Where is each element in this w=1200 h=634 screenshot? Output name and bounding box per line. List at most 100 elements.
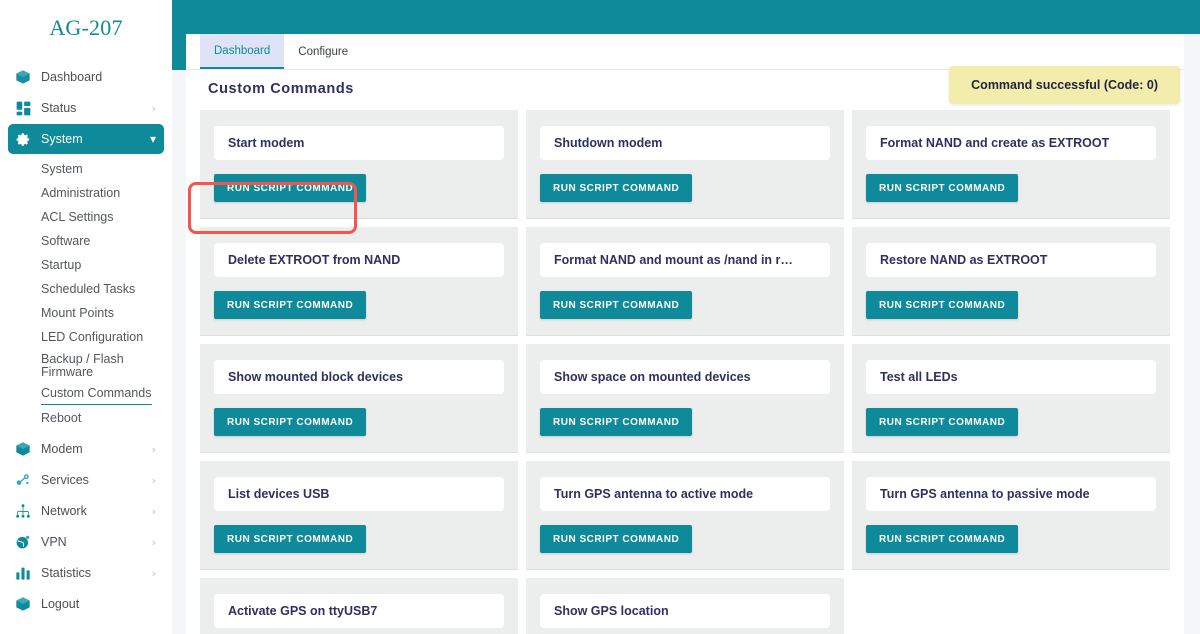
sidebar-subitem-mount-points[interactable]: Mount Points (8, 301, 164, 325)
chevron-right-icon: › (151, 535, 156, 549)
command-title: Shutdown modem (540, 126, 830, 160)
command-card: Format NAND and create as EXTROOT RUN SC… (852, 110, 1170, 219)
top-bar (172, 0, 1200, 34)
sidebar-item-logout[interactable]: Logout (8, 589, 164, 619)
tab-bar: Dashboard Configure (186, 34, 1184, 70)
command-title: Show GPS location (540, 594, 830, 628)
sidebar-subitem-software[interactable]: Software (8, 229, 164, 253)
sidebar-item-label: Network (41, 504, 87, 518)
sidebar-item-label: Logout (41, 597, 80, 611)
run-script-command-button[interactable]: RUN SCRIPT COMMAND (866, 291, 1019, 319)
command-title: Test all LEDs (866, 360, 1156, 394)
sidebar-nav: Dashboard Status › System ▾ System Admin… (0, 56, 172, 619)
main-panel: Dashboard Configure Custom Commands Star… (186, 34, 1184, 634)
commands-grid: Start modem RUN SCRIPT COMMAND Shutdown … (200, 110, 1170, 634)
command-title-text: Show space on mounted devices (554, 370, 751, 384)
sidebar-item-label: Modem (41, 442, 83, 456)
command-card: Turn GPS antenna to active mode RUN SCRI… (526, 461, 844, 570)
command-title: Restore NAND as EXTROOT (866, 243, 1156, 277)
command-card: Shutdown modem RUN SCRIPT COMMAND (526, 110, 844, 219)
command-title-text: Delete EXTROOT from NAND (228, 253, 401, 267)
chevron-right-icon: › (151, 473, 156, 487)
sidebar-item-label: System (41, 132, 83, 146)
command-card-placeholder (852, 578, 1170, 634)
command-title: Delete EXTROOT from NAND (214, 243, 504, 277)
sidebar-subitem-label: Software (41, 234, 91, 248)
top-bar-edge (172, 34, 186, 70)
run-script-command-button[interactable]: RUN SCRIPT COMMAND (214, 291, 367, 319)
sidebar-item-services[interactable]: Services › (8, 465, 164, 495)
command-card: Test all LEDs RUN SCRIPT COMMAND (852, 344, 1170, 453)
sidebar-subitem-startup[interactable]: Startup (8, 253, 164, 277)
grid-icon (14, 99, 32, 117)
sidebar-subitem-label: LED Configuration (41, 330, 144, 344)
command-card: Show mounted block devices RUN SCRIPT CO… (200, 344, 518, 453)
run-script-command-button[interactable]: RUN SCRIPT COMMAND (214, 174, 367, 202)
sidebar-item-label: Statistics (41, 566, 92, 580)
run-script-command-button[interactable]: RUN SCRIPT COMMAND (540, 408, 693, 436)
command-title-text: Format NAND and create as EXTROOT (880, 136, 1110, 150)
bar-chart-icon (14, 564, 32, 582)
sidebar-subitem-acl-settings[interactable]: ACL Settings (8, 205, 164, 229)
command-title-text: List devices USB (228, 487, 330, 501)
sidebar-subitem-label: System (41, 162, 83, 176)
services-icon (14, 471, 32, 489)
gear-icon (14, 130, 32, 148)
run-script-command-button[interactable]: RUN SCRIPT COMMAND (214, 408, 367, 436)
command-title-text: Show GPS location (554, 604, 669, 618)
command-title: Show space on mounted devices (540, 360, 830, 394)
sidebar-item-network[interactable]: Network › (8, 496, 164, 526)
command-title-text: Test all LEDs (880, 370, 958, 384)
run-script-command-button[interactable]: RUN SCRIPT COMMAND (214, 525, 367, 553)
run-script-command-button[interactable]: RUN SCRIPT COMMAND (540, 174, 693, 202)
toast-notification: Command successful (Code: 0) (949, 66, 1180, 104)
command-card: List devices USB RUN SCRIPT COMMAND (200, 461, 518, 570)
sidebar-item-label: Dashboard (41, 70, 103, 84)
command-title: Start modem (214, 126, 504, 160)
content-area: Dashboard Configure Custom Commands Star… (172, 0, 1200, 634)
sidebar-subitem-reboot[interactable]: Reboot (8, 406, 164, 430)
sidebar-subitem-led-configuration[interactable]: LED Configuration (8, 325, 164, 349)
command-card: Format NAND and mount as /nand in r… RUN… (526, 227, 844, 336)
command-title-text: Format NAND and mount as /nand in r… (554, 253, 793, 267)
cube-icon (14, 595, 32, 613)
sidebar-subitem-backup-flash-firmware[interactable]: Backup / Flash Firmware (8, 349, 164, 382)
sidebar-subitem-label: Reboot (41, 411, 82, 425)
command-title-text: Turn GPS antenna to active mode (554, 487, 754, 501)
tab-configure[interactable]: Configure (284, 34, 362, 69)
run-script-command-button[interactable]: RUN SCRIPT COMMAND (866, 408, 1019, 436)
sidebar-subitem-label: Mount Points (41, 306, 114, 320)
command-title-text: Activate GPS on ttyUSB7 (228, 604, 378, 618)
chevron-right-icon: › (151, 442, 156, 456)
sidebar-item-vpn[interactable]: VPN › (8, 527, 164, 557)
command-title: Format NAND and mount as /nand in r… (540, 243, 830, 277)
run-script-command-button[interactable]: RUN SCRIPT COMMAND (540, 291, 693, 319)
sidebar-item-status[interactable]: Status › (8, 93, 164, 123)
brand-logo: AG-207 (49, 15, 123, 40)
sidebar-item-modem[interactable]: Modem › (8, 434, 164, 464)
run-script-command-button[interactable]: RUN SCRIPT COMMAND (866, 525, 1019, 553)
command-title-text: Turn GPS antenna to passive mode (880, 487, 1090, 501)
sidebar-subitem-administration[interactable]: Administration (8, 181, 164, 205)
network-icon (14, 502, 32, 520)
command-card: Delete EXTROOT from NAND RUN SCRIPT COMM… (200, 227, 518, 336)
sidebar-item-dashboard[interactable]: Dashboard (8, 62, 164, 92)
sidebar-subitem-custom-commands[interactable]: Custom Commands (8, 382, 164, 406)
command-title-text: Shutdown modem (554, 136, 663, 150)
command-card: Activate GPS on ttyUSB7 RUN SCRIPT COMMA… (200, 578, 518, 634)
sidebar-item-statistics[interactable]: Statistics › (8, 558, 164, 588)
sidebar-subitem-scheduled-tasks[interactable]: Scheduled Tasks (8, 277, 164, 301)
chevron-right-icon: › (151, 101, 156, 115)
sidebar-subitem-system[interactable]: System (8, 157, 164, 181)
run-script-command-button[interactable]: RUN SCRIPT COMMAND (866, 174, 1019, 202)
sidebar-item-system[interactable]: System ▾ (8, 124, 164, 154)
sidebar-submenu-system: System Administration ACL Settings Softw… (8, 155, 164, 434)
sidebar-subitem-label: Administration (41, 186, 121, 200)
command-title-text: Show mounted block devices (228, 370, 404, 384)
run-script-command-button[interactable]: RUN SCRIPT COMMAND (540, 525, 693, 553)
command-title: Turn GPS antenna to active mode (540, 477, 830, 511)
command-title: Activate GPS on ttyUSB7 (214, 594, 504, 628)
command-title: Format NAND and create as EXTROOT (866, 126, 1156, 160)
command-title: Turn GPS antenna to passive mode (866, 477, 1156, 511)
tab-dashboard[interactable]: Dashboard (200, 34, 285, 69)
